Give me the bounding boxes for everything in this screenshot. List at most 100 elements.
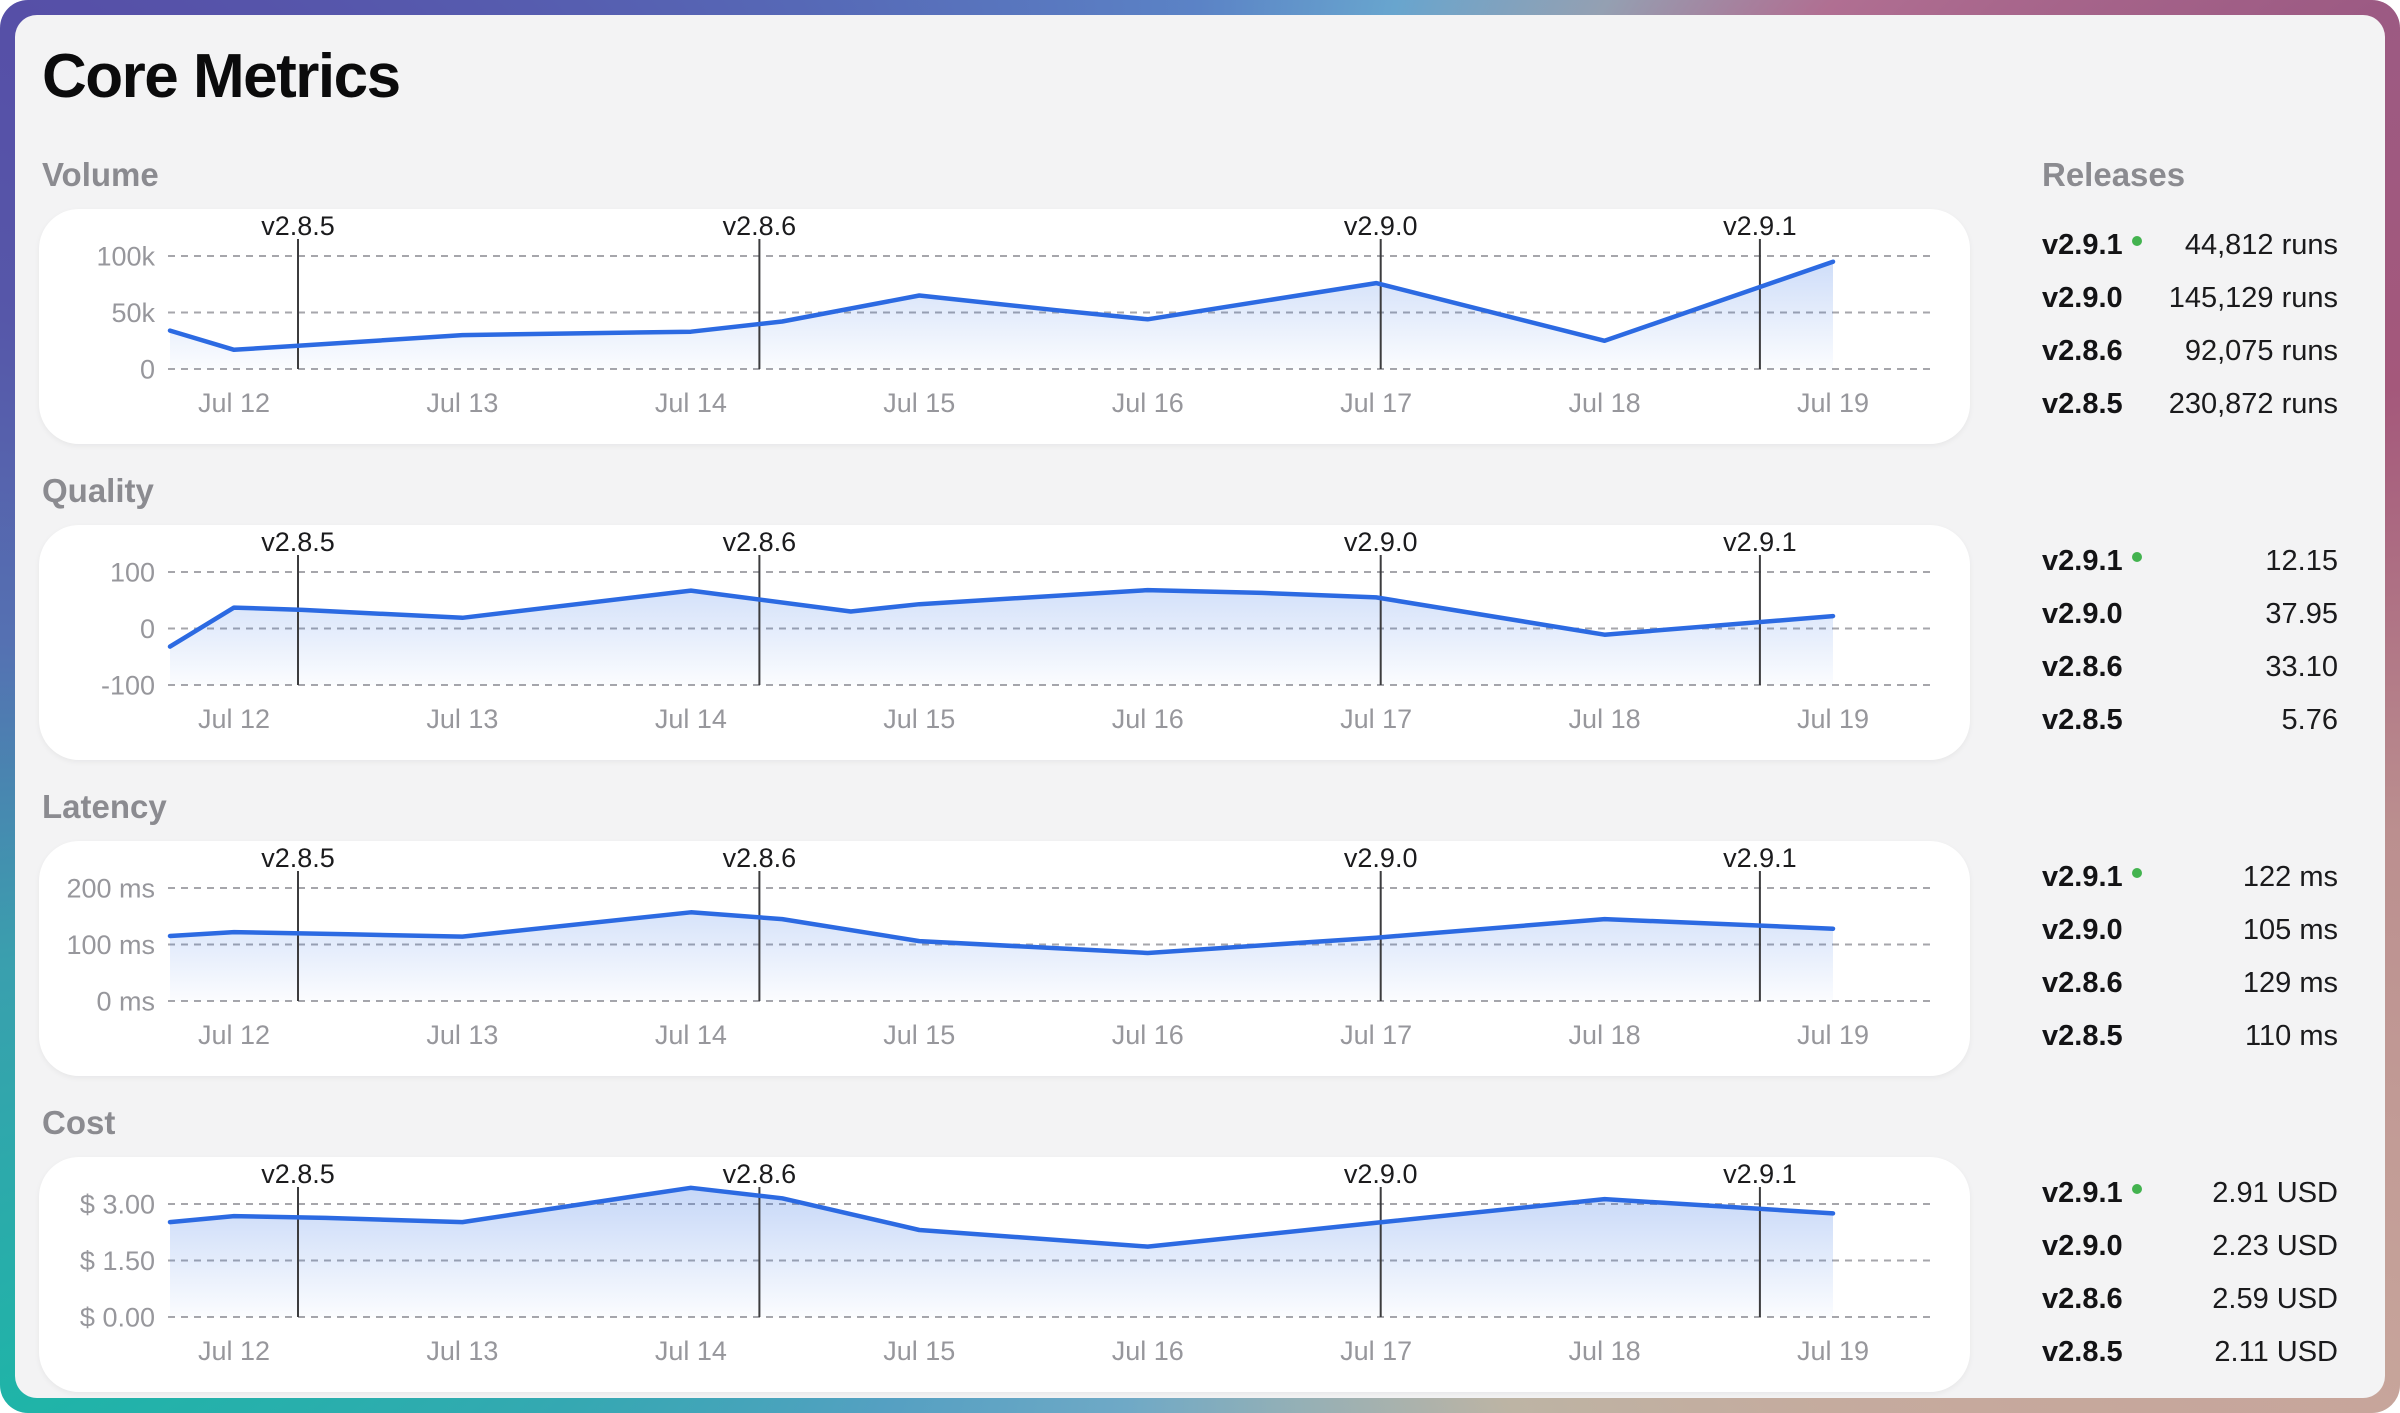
release-marker-label: v2.9.0 [1344, 211, 1418, 241]
x-axis-tick-label: Jul 16 [1112, 388, 1184, 418]
release-version-label: v2.9.0 [2042, 1230, 2123, 1263]
release-version: v2.9.1 [2042, 861, 2142, 894]
release-version-label: v2.8.5 [2042, 1020, 2123, 1053]
release-version: v2.8.5 [2042, 388, 2123, 421]
x-axis-tick-label: Jul 13 [426, 704, 498, 734]
release-version-label: v2.9.0 [2042, 598, 2123, 631]
x-axis-tick-label: Jul 12 [198, 1336, 270, 1366]
chart-card-quality: 1000-100Jul 12Jul 13Jul 14Jul 15Jul 16Ju… [39, 525, 1970, 760]
release-value: 92,075 runs [2185, 335, 2338, 368]
series-area [170, 1188, 1833, 1317]
release-row: v2.8.6 33.10 [2042, 641, 2338, 694]
x-axis-tick-label: Jul 13 [426, 1336, 498, 1366]
release-marker-label: v2.9.1 [1723, 1159, 1797, 1189]
release-version-label: v2.8.5 [2042, 388, 2123, 421]
release-marker-label: v2.8.5 [261, 211, 335, 241]
release-version: v2.8.5 [2042, 1336, 2123, 1369]
y-axis-tick-label: 200 ms [66, 874, 155, 904]
section-head: Cost [39, 1103, 2338, 1143]
x-axis-tick-label: Jul 14 [655, 388, 727, 418]
release-marker-label: v2.8.5 [261, 1159, 335, 1189]
x-axis-tick-label: Jul 18 [1569, 1020, 1641, 1050]
release-value: 129 ms [2243, 967, 2338, 1000]
x-axis-tick-label: Jul 17 [1340, 704, 1412, 734]
metric-section-volume: VolumeReleases100k50k0Jul 12Jul 13Jul 14… [39, 155, 2338, 444]
x-axis-tick-label: Jul 12 [198, 388, 270, 418]
x-axis-tick-label: Jul 18 [1569, 1336, 1641, 1366]
release-version: v2.8.6 [2042, 1283, 2123, 1316]
section-head: Latency [39, 787, 2338, 827]
release-version-label: v2.8.6 [2042, 335, 2123, 368]
current-release-dot-icon [2132, 552, 2142, 562]
y-axis-tick-label: 0 [140, 355, 155, 385]
metric-section-cost: Cost$ 3.00$ 1.50$ 0.00Jul 12Jul 13Jul 14… [39, 1103, 2338, 1392]
release-stats-group: v2.9.1 2.91 USD v2.9.02.23 USD v2.8.6 2.59 U… [2042, 1157, 2338, 1379]
release-version: v2.9.0 [2042, 598, 2123, 631]
x-axis-tick-label: Jul 14 [655, 1020, 727, 1050]
release-version-label: v2.8.6 [2042, 967, 2123, 1000]
x-axis-tick-label: Jul 19 [1797, 1020, 1869, 1050]
release-marker-label: v2.9.1 [1723, 211, 1797, 241]
release-row: v2.9.1 2.91 USD [2042, 1167, 2338, 1220]
current-release-dot-icon [2132, 236, 2142, 246]
x-axis-tick-label: Jul 14 [655, 1336, 727, 1366]
release-version: v2.8.5 [2042, 1020, 2123, 1053]
release-version: v2.9.1 [2042, 229, 2142, 262]
release-version-label: v2.8.6 [2042, 1283, 2123, 1316]
release-version-label: v2.8.5 [2042, 1336, 2123, 1369]
x-axis-tick-label: Jul 19 [1797, 1336, 1869, 1366]
section-label: Latency [42, 787, 2338, 827]
y-axis-tick-label: $ 0.00 [80, 1303, 155, 1333]
x-axis-tick-label: Jul 18 [1569, 704, 1641, 734]
x-axis-tick-label: Jul 18 [1569, 388, 1641, 418]
release-row: v2.8.55.76 [2042, 694, 2338, 747]
series-area [170, 912, 1833, 1001]
chart-card-latency: 200 ms100 ms0 msJul 12Jul 13Jul 14Jul 15… [39, 841, 1970, 1076]
release-value: 33.10 [2265, 651, 2338, 684]
x-axis-tick-label: Jul 12 [198, 704, 270, 734]
chart-svg: 1000-100Jul 12Jul 13Jul 14Jul 15Jul 16Ju… [39, 525, 1970, 760]
chart-svg: $ 3.00$ 1.50$ 0.00Jul 12Jul 13Jul 14Jul … [39, 1157, 1970, 1392]
release-row: v2.9.112.15 [2042, 535, 2338, 588]
dashboard-panel: Core Metrics VolumeReleases100k50k0Jul 1… [15, 15, 2385, 1398]
metric-section-quality: Quality1000-100Jul 12Jul 13Jul 14Jul 15J… [39, 471, 2338, 760]
release-version: v2.9.1 [2042, 1177, 2142, 1210]
section-body: 1000-100Jul 12Jul 13Jul 14Jul 15Jul 16Ju… [39, 525, 2338, 760]
release-stats-group: v2.9.144,812 runsv2.9.0145,129 runsv2.8.… [2042, 209, 2338, 431]
chart-svg: 200 ms100 ms0 msJul 12Jul 13Jul 14Jul 15… [39, 841, 1970, 1076]
x-axis-tick-label: Jul 15 [883, 388, 955, 418]
release-marker-label: v2.8.6 [723, 211, 797, 241]
release-version: v2.8.6 [2042, 967, 2123, 1000]
release-marker-label: v2.9.0 [1344, 1159, 1418, 1189]
y-axis-tick-label: -100 [101, 671, 155, 701]
x-axis-tick-label: Jul 12 [198, 1020, 270, 1050]
y-axis-tick-label: $ 3.00 [80, 1190, 155, 1220]
x-axis-tick-label: Jul 15 [883, 1336, 955, 1366]
release-row: v2.9.037.95 [2042, 588, 2338, 641]
release-version-label: v2.8.6 [2042, 651, 2123, 684]
page-title: Core Metrics [42, 43, 2338, 111]
y-axis-tick-label: 50k [111, 298, 155, 328]
release-version-label: v2.9.1 [2042, 861, 2123, 894]
release-stats-group: v2.9.1122 msv2.9.0105 msv2.8.6129 msv2.8… [2042, 841, 2338, 1063]
release-value: 2.59 USD [2212, 1283, 2338, 1316]
release-marker-label: v2.8.6 [723, 527, 797, 557]
section-label: Volume [42, 155, 2042, 195]
x-axis-tick-label: Jul 19 [1797, 388, 1869, 418]
section-label: Quality [42, 471, 2338, 511]
x-axis-tick-label: Jul 14 [655, 704, 727, 734]
release-marker-label: v2.9.1 [1723, 843, 1797, 873]
release-version-label: v2.9.1 [2042, 229, 2123, 262]
x-axis-tick-label: Jul 16 [1112, 704, 1184, 734]
section-body: 200 ms100 ms0 msJul 12Jul 13Jul 14Jul 15… [39, 841, 2338, 1076]
x-axis-tick-label: Jul 17 [1340, 1020, 1412, 1050]
y-axis-tick-label: 0 ms [96, 987, 155, 1017]
release-row: v2.9.0145,129 runs [2042, 272, 2338, 325]
release-version: v2.8.5 [2042, 704, 2123, 737]
release-row: v2.9.0105 ms [2042, 904, 2338, 957]
release-row: v2.9.02.23 USD [2042, 1220, 2338, 1273]
release-version: v2.9.0 [2042, 914, 2123, 947]
release-version: v2.9.1 [2042, 545, 2142, 578]
release-value: 2.91 USD [2212, 1177, 2338, 1210]
release-version-label: v2.9.0 [2042, 914, 2123, 947]
